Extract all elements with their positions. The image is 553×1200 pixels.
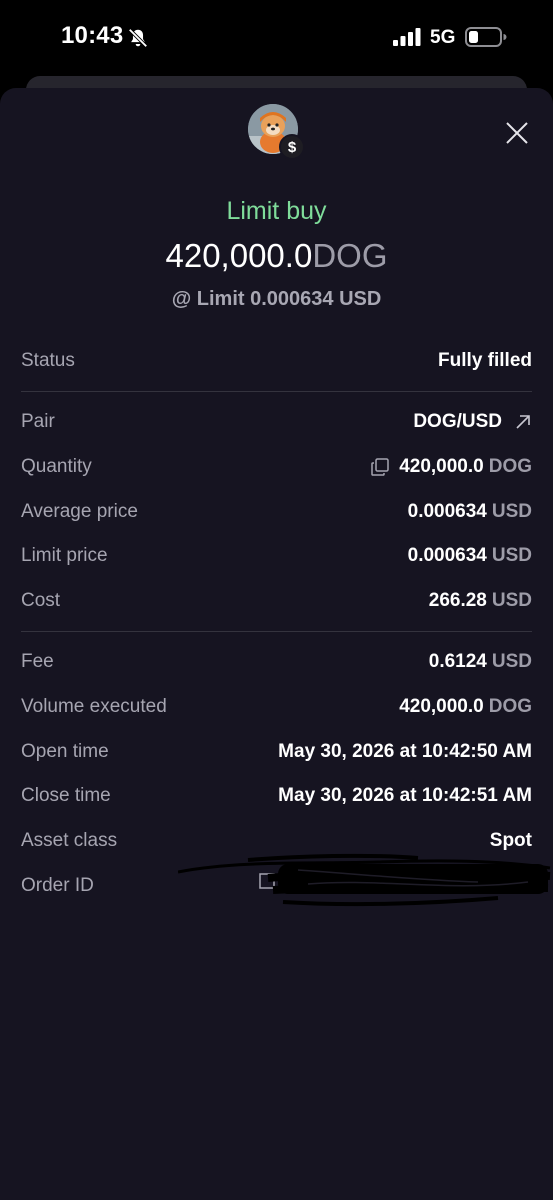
fee-number: 0.6124 <box>428 651 487 672</box>
pair-row: Pair DOG/USD <box>21 407 532 437</box>
limit-price-label: Limit price <box>21 545 108 566</box>
limit-price-row: Limit price 0.000634 USD <box>21 541 532 571</box>
average-price-value: 0.000634 USD <box>408 501 532 523</box>
dollar-badge-icon: $ <box>279 134 305 160</box>
status-label: Status <box>21 350 75 371</box>
quantity-label: Quantity <box>21 456 92 477</box>
close-time-row: Close time May 30, 2026 at 10:42:51 AM <box>21 781 532 811</box>
fee-unit: USD <box>491 651 532 672</box>
close-time-value: May 30, 2026 at 10:42:51 AM <box>278 785 532 806</box>
status-row: Status Fully filled <box>21 346 532 376</box>
limit-price-unit: USD <box>491 545 532 566</box>
status-time: 10:43 <box>61 22 124 49</box>
external-link-icon <box>516 415 530 429</box>
fee-value: 0.6124 USD <box>429 651 532 673</box>
order-amount: 420,000.0DOG <box>0 237 553 275</box>
cost-number: 266.28 <box>428 590 487 611</box>
order-id-label: Order ID <box>21 875 94 896</box>
battery-icon <box>465 27 507 47</box>
fee-label: Fee <box>21 651 54 672</box>
close-icon <box>506 122 528 144</box>
cost-label: Cost <box>21 590 61 611</box>
amount-value: 420,000.0 <box>165 237 313 274</box>
pair-label: Pair <box>21 411 55 432</box>
quantity-row: Quantity 420,000.0 DOG <box>21 452 532 482</box>
asset-class-value: Spot <box>489 830 532 851</box>
redaction-scribble <box>178 853 551 907</box>
amount-unit: DOG <box>312 237 388 274</box>
open-time-row: Open time May 30, 2026 at 10:42:50 AM <box>21 737 532 767</box>
open-time-value: May 30, 2026 at 10:42:50 AM <box>278 741 532 762</box>
asset-class-label: Asset class <box>21 830 118 851</box>
network-label: 5G <box>430 27 456 48</box>
fee-row: Fee 0.6124 USD <box>21 647 532 677</box>
pair-link[interactable]: DOG/USD <box>413 411 532 433</box>
average-price-number: 0.000634 <box>407 501 487 522</box>
pair-value: DOG/USD <box>413 411 502 432</box>
volume-executed-label: Volume executed <box>21 696 167 717</box>
signal-icon <box>393 28 421 46</box>
limit-price-line: @ Limit 0.000634 USD <box>171 288 382 310</box>
volume-executed-number: 420,000.0 <box>399 696 484 717</box>
copy-icon[interactable] <box>370 457 390 477</box>
cost-unit: USD <box>491 590 532 611</box>
volume-executed-row: Volume executed 420,000.0 DOG <box>21 692 532 722</box>
cost-row: Cost 266.28 USD <box>21 586 532 616</box>
divider <box>21 391 532 392</box>
open-time-label: Open time <box>21 741 109 762</box>
average-price-row: Average price 0.000634 USD <box>21 497 532 527</box>
bell-slash-icon <box>128 28 148 48</box>
quantity-value: 420,000.0 DOG <box>370 456 532 478</box>
quantity-number: 420,000.0 <box>399 456 484 477</box>
volume-executed-value: 420,000.0 DOG <box>399 696 532 718</box>
average-price-unit: USD <box>491 501 532 522</box>
average-price-label: Average price <box>21 501 138 522</box>
limit-price-value: 0.000634 USD <box>408 545 532 567</box>
order-type: Limit buy <box>226 197 327 225</box>
limit-price-number: 0.000634 <box>407 545 487 566</box>
close-time-label: Close time <box>21 785 111 806</box>
divider <box>21 631 532 632</box>
quantity-unit: DOG <box>488 456 532 477</box>
status-bar: 10:43 5G <box>0 0 553 76</box>
close-button[interactable] <box>500 116 534 150</box>
status-value: Fully filled <box>438 350 532 371</box>
volume-executed-unit: DOG <box>488 696 532 717</box>
cost-value: 266.28 USD <box>429 590 532 612</box>
screen: 10:43 5G $ Limit buy 420,000.0DOG @ Limi… <box>0 0 553 1200</box>
